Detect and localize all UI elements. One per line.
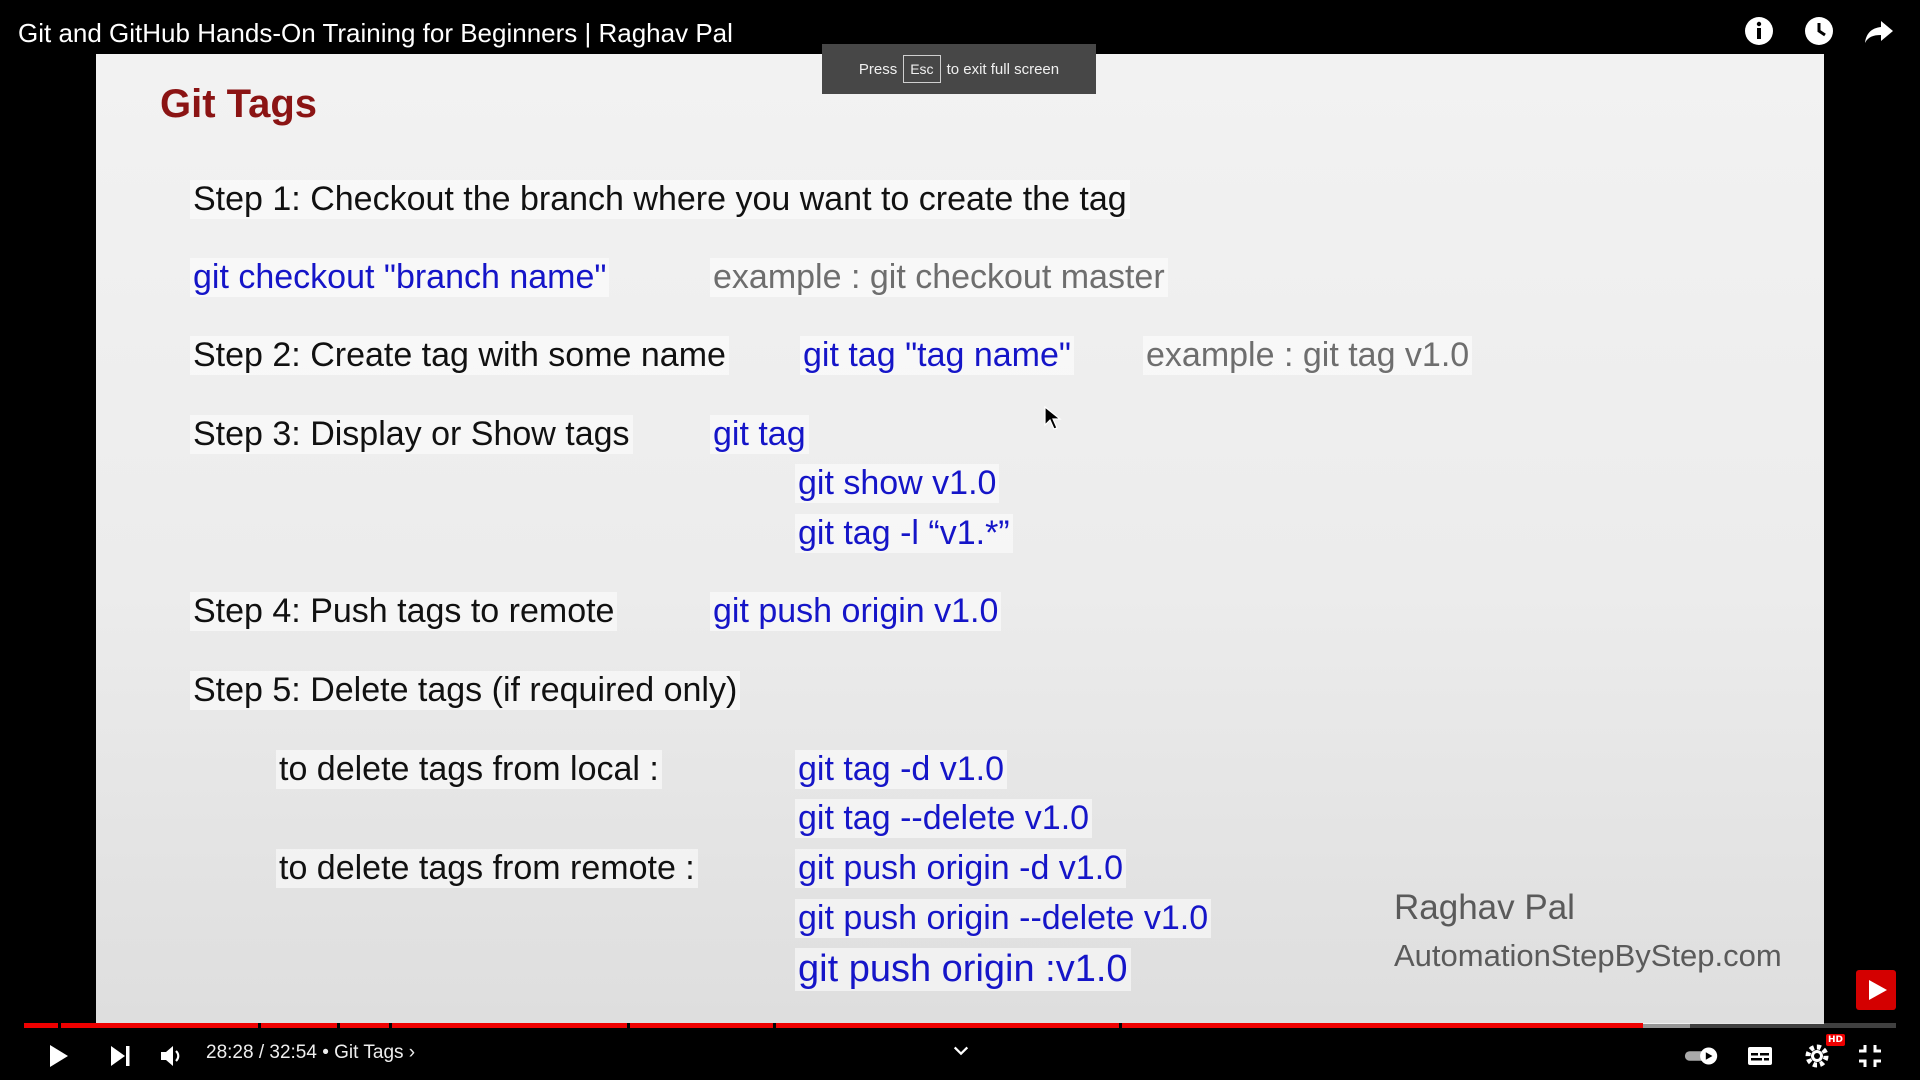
step1-example: example : git checkout master (710, 258, 1168, 297)
delete-local-command-2: git tag --delete v1.0 (795, 799, 1093, 838)
chapter-separator (57, 1023, 61, 1028)
autoplay-toggle-icon (1684, 1047, 1718, 1065)
chapter-separator (389, 1023, 393, 1028)
toast-rest: to exit full screen (946, 60, 1060, 78)
delete-remote-label: to delete tags from remote : (276, 849, 698, 888)
exit-fullscreen-button[interactable] (1850, 1036, 1890, 1076)
delete-local-label: to delete tags from local : (276, 750, 662, 789)
step2-text: Step 2: Create tag with some name (190, 336, 729, 375)
player-controls: 28:28 / 32:54 • Git Tags › HD (0, 1030, 1920, 1080)
top-right-controls (1742, 14, 1896, 48)
progress-played (24, 1023, 1644, 1028)
subtitles-button[interactable] (1740, 1036, 1780, 1076)
step3-text: Step 3: Display or Show tags (190, 415, 633, 454)
chapter-separator (258, 1023, 261, 1028)
step4-command: git push origin v1.0 (710, 592, 1002, 631)
channel-watermark-icon[interactable] (1856, 970, 1896, 1010)
step3-command-3: git tag -l “v1.*” (795, 514, 1013, 553)
step2-command: git tag "tag name" (800, 336, 1074, 375)
info-icon[interactable] (1742, 14, 1776, 48)
slide-title: Git Tags (160, 82, 318, 126)
chapter-separator (772, 1023, 776, 1028)
share-icon[interactable] (1862, 14, 1896, 48)
chapter-title[interactable]: Git Tags (334, 1042, 403, 1063)
hd-badge: HD (1825, 1034, 1845, 1046)
step1-command: git checkout "branch name" (190, 258, 610, 297)
toast-press: Press (858, 60, 898, 78)
delete-remote-command-1: git push origin -d v1.0 (795, 849, 1127, 888)
chevron-down-icon[interactable] (946, 1036, 976, 1066)
time-display: 28:28 / 32:54 • Git Tags › (206, 1042, 416, 1063)
next-button[interactable] (100, 1036, 140, 1076)
skip-next-icon (111, 1046, 130, 1066)
delete-remote-command-3: git push origin :v1.0 (795, 948, 1131, 991)
exit-fullscreen-icon (1859, 1045, 1881, 1067)
author-name: Raghav Pal (1394, 888, 1575, 927)
delete-local-command-1: git tag -d v1.0 (795, 750, 1008, 789)
step1-text: Step 1: Checkout the branch where you wa… (190, 180, 1130, 219)
exit-fullscreen-toast: Press Esc to exit full screen (822, 44, 1096, 94)
settings-button[interactable]: HD (1797, 1034, 1845, 1076)
mouse-pointer-icon (1044, 406, 1062, 430)
play-icon (50, 1045, 68, 1067)
step3-command-2: git show v1.0 (795, 464, 1000, 503)
chevron-right-icon[interactable]: › (409, 1042, 415, 1063)
author-website: AutomationStepByStep.com (1394, 938, 1782, 973)
volume-icon (161, 1046, 180, 1066)
progress-bar[interactable] (24, 1023, 1896, 1028)
clock-icon[interactable] (1802, 14, 1836, 48)
autoplay-toggle[interactable] (1680, 1036, 1724, 1076)
step4-text: Step 4: Push tags to remote (190, 592, 618, 631)
esc-key-badge: Esc (903, 55, 941, 83)
step3-command-1: git tag (710, 415, 809, 454)
step5-text: Step 5: Delete tags (if required only) (190, 671, 741, 710)
current-time: 28:28 / 32:54 (206, 1042, 317, 1063)
chapter-separator (336, 1023, 340, 1028)
play-button[interactable] (38, 1036, 78, 1076)
chapter-separator (626, 1023, 630, 1028)
video-title: Git and GitHub Hands-On Training for Beg… (18, 18, 733, 48)
chapter-separator (1119, 1023, 1123, 1028)
delete-remote-command-2: git push origin --delete v1.0 (795, 899, 1212, 938)
subtitles-icon (1748, 1047, 1772, 1065)
mute-button[interactable] (151, 1036, 191, 1076)
step2-example: example : git tag v1.0 (1143, 336, 1473, 375)
slide: Git Tags Step 1: Checkout the branch whe… (96, 54, 1824, 1024)
